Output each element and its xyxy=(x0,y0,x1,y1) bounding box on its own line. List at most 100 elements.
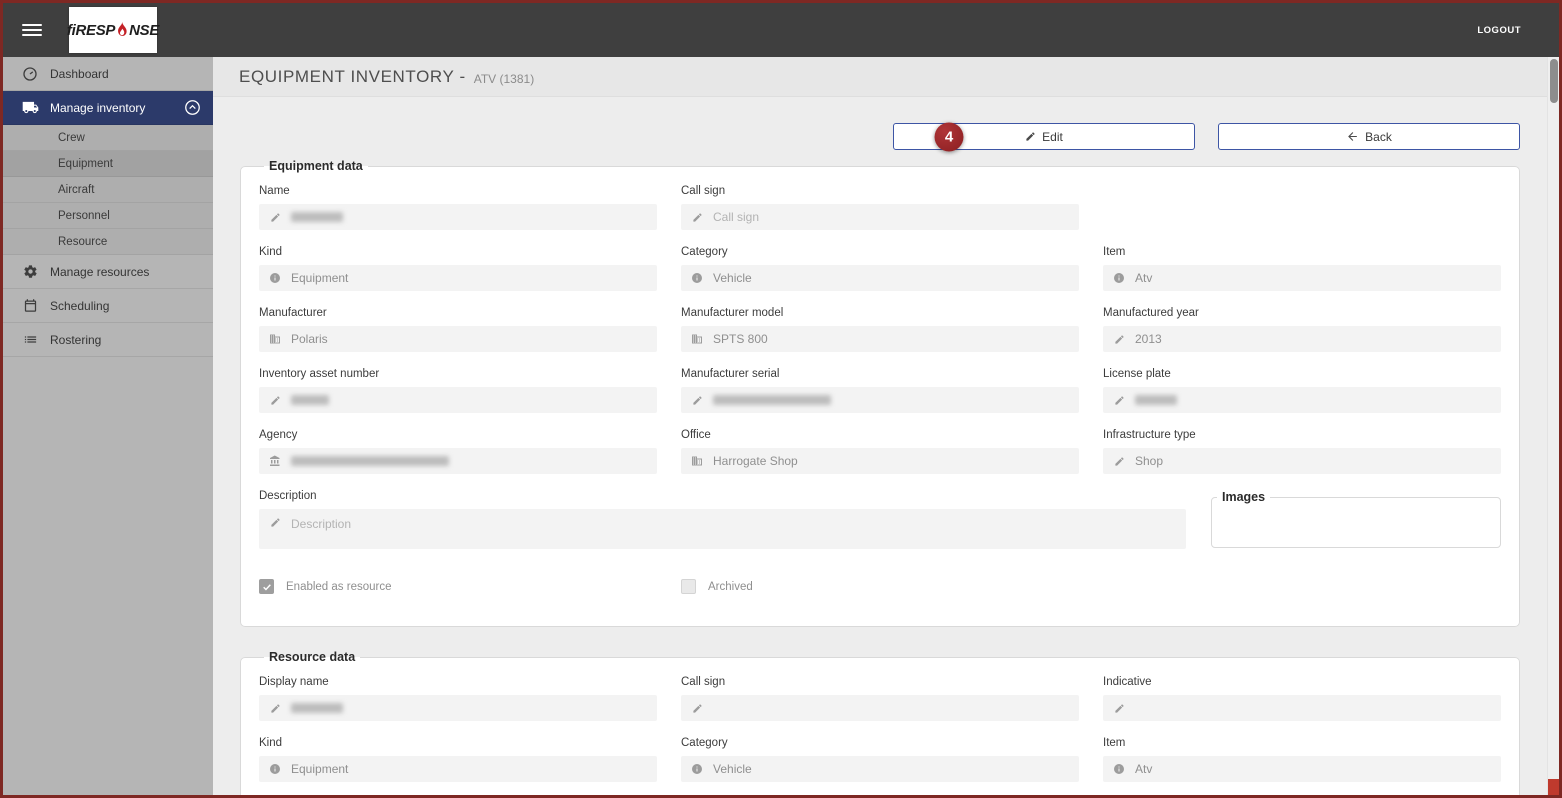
building-icon xyxy=(690,455,704,467)
check-icon xyxy=(262,583,271,591)
call-sign-placeholder: Call sign xyxy=(713,210,760,224)
call-sign-field: Call sign xyxy=(681,204,1079,230)
field-category: Category Vehicle xyxy=(681,246,1079,291)
enabled-as-resource-checkbox-row[interactable]: Enabled as resource xyxy=(259,579,657,594)
vertical-scrollbar[interactable] xyxy=(1547,57,1559,795)
archived-label: Archived xyxy=(708,580,753,593)
field-manufacturer-model: Manufacturer model SPTS 800 xyxy=(681,307,1079,352)
resource-call-sign-label: Call sign xyxy=(681,676,726,688)
back-button[interactable]: Back xyxy=(1218,123,1520,150)
resource-kind-value: Equipment xyxy=(291,762,349,776)
hamburger-menu-icon[interactable] xyxy=(22,21,42,39)
archived-checkbox-row[interactable]: Archived xyxy=(681,579,1079,594)
sidebar-subitem-equipment[interactable]: Equipment xyxy=(3,151,213,177)
resource-call-sign-field xyxy=(681,695,1079,721)
manufacturer-serial-label: Manufacturer serial xyxy=(681,368,780,380)
description-field: Description xyxy=(259,509,1186,549)
inventory-asset-number-label: Inventory asset number xyxy=(259,368,380,380)
resource-item-label: Item xyxy=(1103,737,1126,749)
sidebar-subitem-label: Crew xyxy=(58,131,85,144)
sidebar-item-label: Manage resources xyxy=(50,264,150,279)
sidebar-subitem-label: Resource xyxy=(58,235,108,248)
info-icon xyxy=(690,763,704,775)
sidebar-subitem-aircraft[interactable]: Aircraft xyxy=(3,177,213,203)
bank-icon xyxy=(268,455,282,467)
chevron-up-circle-icon[interactable] xyxy=(184,99,201,116)
sidebar-subitem-crew[interactable]: Crew xyxy=(3,125,213,151)
list-icon xyxy=(19,332,41,347)
sidebar-subitem-label: Personnel xyxy=(58,209,110,222)
field-description: Description Description xyxy=(259,490,1186,549)
main-area: EQUIPMENT INVENTORY - ATV (1381) 4 Edit … xyxy=(213,57,1547,795)
sidebar-subitem-personnel[interactable]: Personnel xyxy=(3,203,213,229)
redacted-value xyxy=(1135,395,1177,405)
scrollbar-thumb[interactable] xyxy=(1550,59,1558,103)
manufacturer-model-value: SPTS 800 xyxy=(713,332,768,346)
sidebar-item-manage-inventory[interactable]: Manage inventory xyxy=(3,91,213,125)
manufacturer-value: Polaris xyxy=(291,332,328,346)
field-indicative: Indicative xyxy=(1103,676,1501,721)
pencil-icon xyxy=(1112,334,1126,345)
sidebar-item-label: Rostering xyxy=(50,332,102,347)
field-office: Office Harrogate Shop xyxy=(681,429,1079,474)
scrollbar-corner-marker xyxy=(1548,779,1559,795)
enabled-as-resource-checkbox[interactable] xyxy=(259,579,274,594)
sidebar-subitem-label: Equipment xyxy=(58,157,113,170)
top-bar: fiRESP NSE LOGOUT xyxy=(3,3,1559,57)
field-agency: Agency xyxy=(259,429,657,474)
indicative-field xyxy=(1103,695,1501,721)
pencil-icon xyxy=(1112,703,1126,714)
license-plate-label: License plate xyxy=(1103,368,1171,380)
category-value: Vehicle xyxy=(713,271,752,285)
edit-button[interactable]: 4 Edit xyxy=(893,122,1195,151)
pencil-icon xyxy=(268,703,282,714)
infrastructure-type-field: Shop xyxy=(1103,448,1501,474)
agency-field xyxy=(259,448,657,474)
manufacturer-model-label: Manufacturer model xyxy=(681,307,784,319)
manufacturer-label: Manufacturer xyxy=(259,307,327,319)
sidebar-item-rostering[interactable]: Rostering xyxy=(3,323,213,357)
page-header: EQUIPMENT INVENTORY - ATV (1381) xyxy=(213,57,1547,97)
field-manufacturer-serial: Manufacturer serial xyxy=(681,368,1079,413)
office-label: Office xyxy=(681,429,711,441)
pencil-icon xyxy=(268,517,282,528)
name-field xyxy=(259,204,657,230)
sidebar-item-manage-resources[interactable]: Manage resources xyxy=(3,255,213,289)
pencil-icon xyxy=(1112,395,1126,406)
calendar-icon xyxy=(19,298,41,313)
resource-data-legend: Resource data xyxy=(269,650,356,664)
logo-text-left: fiRESP xyxy=(66,21,116,39)
edit-button-label: Edit xyxy=(1042,129,1063,144)
images-section: Images xyxy=(1211,490,1501,548)
field-display-name: Display name xyxy=(259,676,657,721)
equipment-data-legend: Equipment data xyxy=(269,159,363,173)
info-icon xyxy=(690,272,704,284)
sidebar-item-scheduling[interactable]: Scheduling xyxy=(3,289,213,323)
kind-label: Kind xyxy=(259,246,283,258)
field-infrastructure-type: Infrastructure type Shop xyxy=(1103,429,1501,474)
resource-item-field: Atv xyxy=(1103,756,1501,782)
page-subtitle: ATV (1381) xyxy=(473,71,535,86)
sidebar-subitem-resource[interactable]: Resource xyxy=(3,229,213,255)
field-name: Name xyxy=(259,185,657,230)
pencil-icon xyxy=(690,395,704,406)
archived-checkbox[interactable] xyxy=(681,579,696,594)
sidebar-item-dashboard[interactable]: Dashboard xyxy=(3,57,213,91)
resource-category-value: Vehicle xyxy=(713,762,752,776)
item-label: Item xyxy=(1103,246,1126,258)
infrastructure-type-value: Shop xyxy=(1135,454,1164,468)
resource-category-field: Vehicle xyxy=(681,756,1079,782)
item-field: Atv xyxy=(1103,265,1501,291)
resource-item-value: Atv xyxy=(1135,762,1153,776)
step-badge: 4 xyxy=(934,122,964,151)
info-icon xyxy=(1112,763,1126,775)
action-button-row: 4 Edit Back xyxy=(240,122,1520,151)
arrow-left-icon xyxy=(1348,132,1357,141)
logout-button[interactable]: LOGOUT xyxy=(1477,25,1521,36)
app-logo: fiRESP NSE xyxy=(66,7,159,53)
display-name-field xyxy=(259,695,657,721)
description-placeholder: Description xyxy=(291,517,352,531)
field-call-sign: Call sign Call sign xyxy=(681,185,1079,230)
field-license-plate: License plate xyxy=(1103,368,1501,413)
page-title: EQUIPMENT INVENTORY - xyxy=(239,66,466,86)
